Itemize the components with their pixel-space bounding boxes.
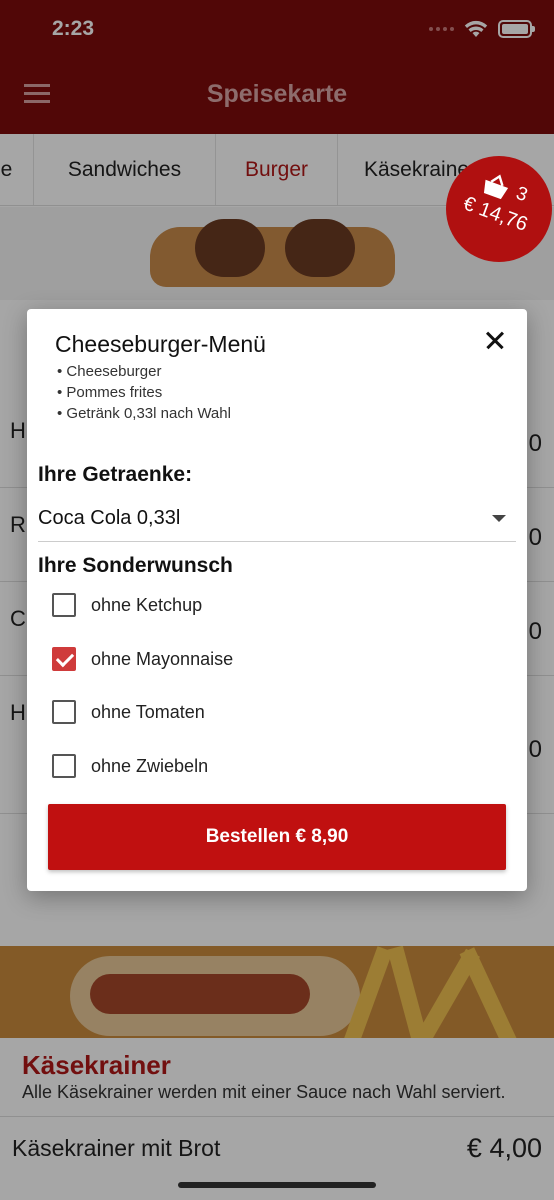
- cart-count: 3: [513, 182, 531, 207]
- drinks-label: Ihre Getraenke:: [38, 463, 193, 486]
- option-ohne-ketchup[interactable]: ohne Ketchup: [52, 590, 202, 620]
- checkbox-icon[interactable]: [52, 700, 76, 724]
- option-label: ohne Ketchup: [91, 594, 203, 615]
- special-wish-label: Ihre Sonderwunsch: [38, 554, 233, 577]
- basket-icon: [483, 174, 508, 200]
- description-item: Getränk 0,33l nach Wahl: [57, 403, 231, 424]
- option-label: ohne Tomaten: [91, 701, 205, 722]
- close-icon[interactable]: [481, 327, 509, 355]
- order-button[interactable]: Bestellen € 8,90: [48, 804, 506, 870]
- drink-select[interactable]: Coca Cola 0,33l: [38, 501, 516, 542]
- checkbox-icon[interactable]: [52, 593, 76, 617]
- checkbox-icon[interactable]: [52, 754, 76, 778]
- cart-button[interactable]: 3 € 14,76: [446, 156, 552, 262]
- option-label: ohne Mayonnaise: [91, 648, 234, 669]
- option-label: ohne Zwiebeln: [91, 755, 209, 776]
- drink-selected-value: Coca Cola 0,33l: [38, 507, 181, 529]
- home-indicator[interactable]: [178, 1182, 376, 1188]
- checkbox-checked-icon[interactable]: [52, 647, 76, 671]
- description-item: Pommes frites: [57, 382, 231, 403]
- option-ohne-zwiebeln[interactable]: ohne Zwiebeln: [52, 751, 208, 781]
- option-ohne-tomaten[interactable]: ohne Tomaten: [52, 697, 205, 727]
- product-description: Cheeseburger Pommes frites Getränk 0,33l…: [57, 361, 231, 424]
- dropdown-arrow-icon: [492, 515, 506, 522]
- product-options-dialog: Cheeseburger-Menü Cheeseburger Pommes fr…: [27, 309, 527, 891]
- description-item: Cheeseburger: [57, 361, 231, 382]
- option-ohne-mayonnaise[interactable]: ohne Mayonnaise: [52, 644, 233, 674]
- dialog-title: Cheeseburger-Menü: [55, 331, 266, 357]
